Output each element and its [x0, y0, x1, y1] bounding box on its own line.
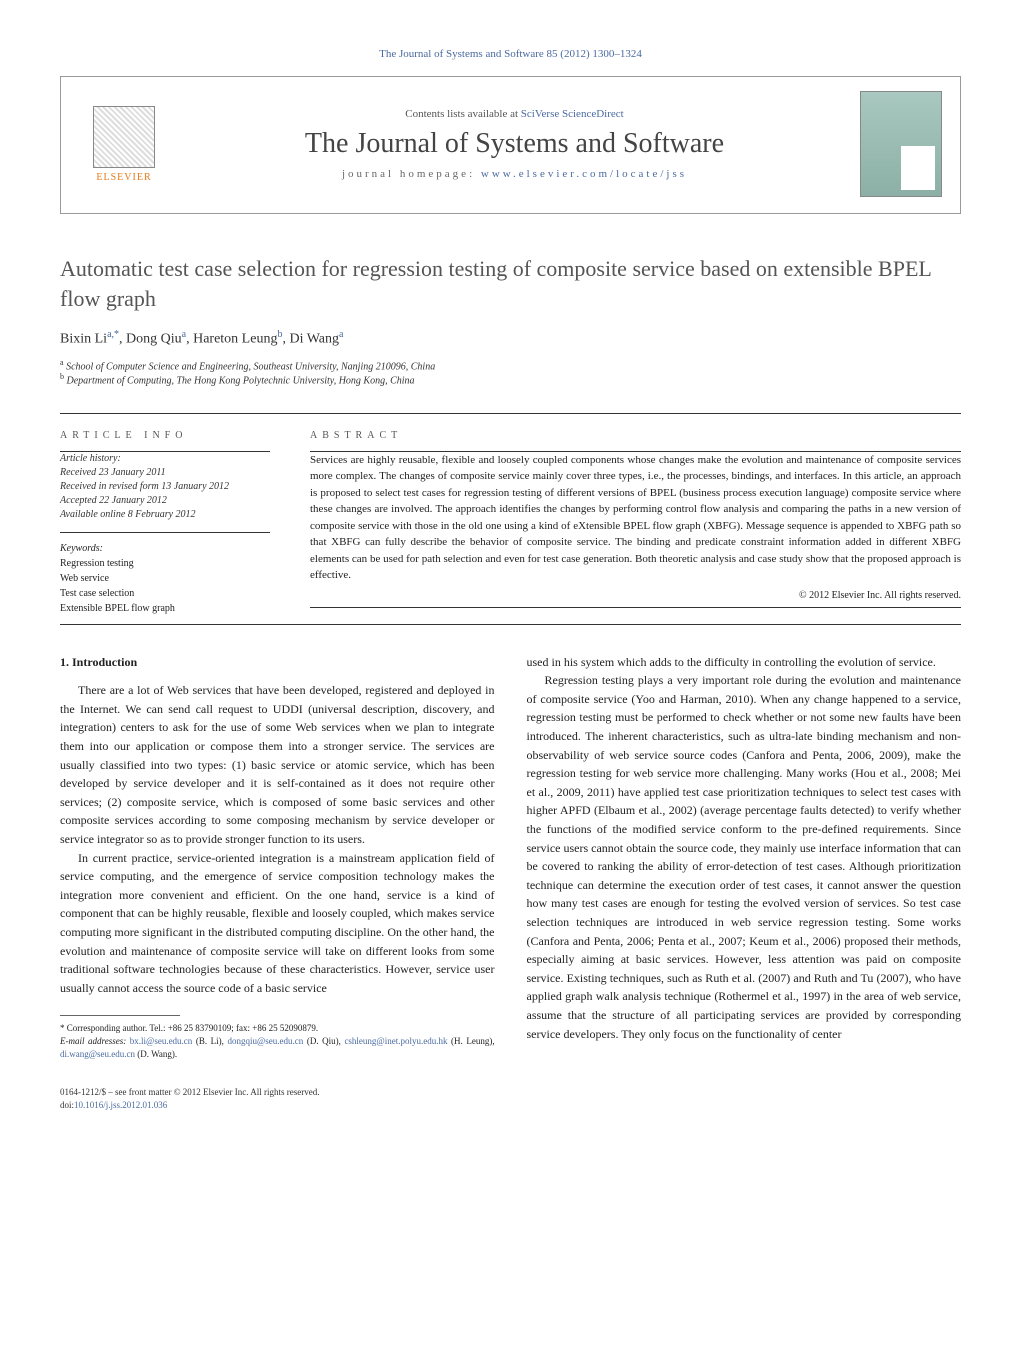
- author-affil-sup: b: [277, 329, 282, 340]
- keywords-list: Regression testing Web service Test case…: [60, 556, 270, 616]
- doi-link[interactable]: 10.1016/j.jss.2012.01.036: [74, 1100, 167, 1110]
- author: Hareton Leung: [193, 332, 277, 347]
- left-column: 1. Introduction There are a lot of Web s…: [60, 653, 495, 1060]
- affil-sup: b: [60, 372, 64, 381]
- publisher-logo: ELSEVIER: [79, 94, 169, 194]
- email-owner: (H. Leung): [451, 1036, 492, 1046]
- email-label: E-mail addresses:: [60, 1036, 126, 1046]
- author: Di Wang: [289, 332, 339, 347]
- author-affil-sup: a,*: [107, 329, 119, 340]
- author-email-link[interactable]: bx.li@seu.edu.cn: [130, 1036, 193, 1046]
- doi-prefix: doi:: [60, 1100, 74, 1110]
- body-paragraph: Regression testing plays a very importan…: [527, 671, 962, 1043]
- elsevier-tree-icon: [93, 106, 155, 168]
- doi-line: doi:10.1016/j.jss.2012.01.036: [60, 1099, 961, 1112]
- article-info-label: article info: [60, 430, 270, 441]
- keyword: Extensible BPEL flow graph: [60, 601, 270, 616]
- copyright-line: © 2012 Elsevier Inc. All rights reserved…: [310, 590, 961, 601]
- corresponding-author-note: * Corresponding author. Tel.: +86 25 837…: [60, 1022, 495, 1035]
- email-owner: (D. Qiu): [307, 1036, 339, 1046]
- history-item: Received 23 January 2011: [60, 466, 270, 480]
- history-item: Received in revised form 13 January 2012: [60, 480, 270, 494]
- journal-title: The Journal of Systems and Software: [185, 128, 844, 160]
- journal-homepage-line: journal homepage: www.elsevier.com/locat…: [185, 168, 844, 180]
- author-email-link[interactable]: cshleung@inet.polyu.edu.hk: [344, 1036, 447, 1046]
- history-item: Available online 8 February 2012: [60, 508, 270, 522]
- history-item: Accepted 22 January 2012: [60, 494, 270, 508]
- page-footer: 0164-1212/$ – see front matter © 2012 El…: [60, 1086, 961, 1111]
- email-addresses-line: E-mail addresses: bx.li@seu.edu.cn (B. L…: [60, 1035, 495, 1060]
- homepage-prefix: journal homepage:: [342, 168, 481, 180]
- abstract-label: abstract: [310, 430, 961, 441]
- sciencedirect-link[interactable]: SciVerse ScienceDirect: [521, 108, 624, 120]
- section-heading-introduction: 1. Introduction: [60, 653, 495, 672]
- affiliations: a School of Computer Science and Enginee…: [60, 358, 961, 387]
- author: Dong Qiu: [126, 332, 182, 347]
- journal-homepage-link[interactable]: www.elsevier.com/locate/jss: [481, 168, 687, 180]
- contents-prefix: Contents lists available at: [405, 108, 520, 120]
- divider: [310, 607, 961, 608]
- body-paragraph: There are a lot of Web services that hav…: [60, 681, 495, 848]
- divider: [60, 624, 961, 625]
- author-affil-sup: a: [182, 329, 186, 340]
- divider: [60, 413, 961, 414]
- keyword: Test case selection: [60, 586, 270, 601]
- email-owner: (D. Wang).: [137, 1049, 177, 1059]
- affiliation-text: School of Computer Science and Engineeri…: [66, 361, 435, 372]
- contents-lists-line: Contents lists available at SciVerse Sci…: [185, 108, 844, 120]
- author-email-link[interactable]: dongqiu@seu.edu.cn: [227, 1036, 303, 1046]
- body-columns: 1. Introduction There are a lot of Web s…: [60, 653, 961, 1060]
- keyword: Web service: [60, 571, 270, 586]
- article-title: Automatic test case selection for regres…: [60, 254, 961, 313]
- article-history: Article history: Received 23 January 201…: [60, 452, 270, 533]
- journal-cover-thumbnail: [860, 91, 942, 197]
- email-owner: (B. Li): [196, 1036, 222, 1046]
- issn-copyright-line: 0164-1212/$ – see front matter © 2012 El…: [60, 1086, 961, 1099]
- body-paragraph: In current practice, service-oriented in…: [60, 849, 495, 998]
- affiliation-text: Department of Computing, The Hong Kong P…: [67, 376, 415, 387]
- footnotes: * Corresponding author. Tel.: +86 25 837…: [60, 1022, 495, 1060]
- running-header: The Journal of Systems and Software 85 (…: [60, 48, 961, 60]
- affil-sup: a: [60, 358, 64, 367]
- keyword: Regression testing: [60, 556, 270, 571]
- body-paragraph: used in his system which adds to the dif…: [527, 653, 962, 672]
- author-email-link[interactable]: di.wang@seu.edu.cn: [60, 1049, 135, 1059]
- footnote-separator: [60, 1015, 180, 1016]
- history-heading: Article history:: [60, 452, 270, 466]
- authors-line: Bixin Lia,*, Dong Qiua, Hareton Leungb, …: [60, 329, 961, 348]
- publisher-logo-text: ELSEVIER: [96, 172, 151, 183]
- right-column: used in his system which adds to the dif…: [527, 653, 962, 1060]
- author: Bixin Li: [60, 332, 107, 347]
- abstract-text: Services are highly reusable, flexible a…: [310, 452, 961, 584]
- journal-header-box: ELSEVIER Contents lists available at Sci…: [60, 76, 961, 214]
- keywords-heading: Keywords:: [60, 543, 270, 554]
- author-affil-sup: a: [339, 329, 343, 340]
